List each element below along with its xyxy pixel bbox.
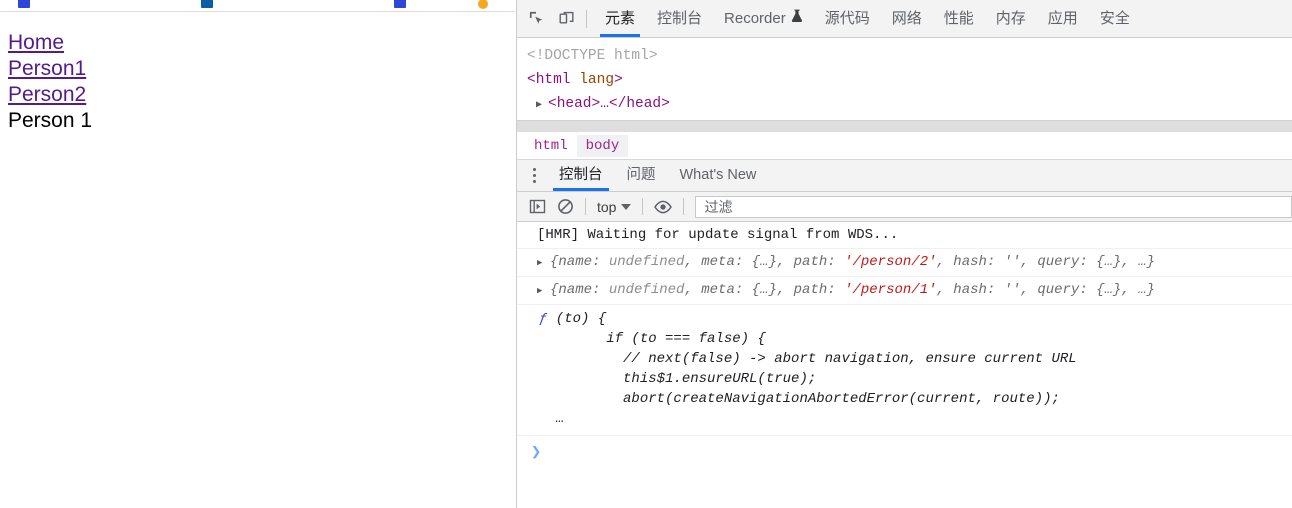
tab-performance[interactable]: 性能 — [933, 0, 985, 37]
console-message-text: [HMR] Waiting for update signal from WDS… — [537, 227, 899, 243]
console-toolbar-divider-3 — [683, 198, 685, 215]
page-viewport: Home Person1 Person2 Person 1 — [0, 11, 515, 508]
tab-performance-label: 性能 — [943, 10, 974, 27]
html-open-tag: <html — [527, 72, 571, 88]
tab-sources[interactable]: 源代码 — [814, 0, 881, 37]
elements-tree[interactable]: <!DOCTYPE html> <html lang> ▶ <head>…</he… — [517, 38, 1292, 120]
tab-memory[interactable]: 内存 — [985, 0, 1037, 37]
route-object-path-2: '/person/2' — [844, 254, 937, 270]
tab-application[interactable]: 应用 — [1037, 0, 1089, 37]
bookmark-favicon-4[interactable] — [478, 0, 488, 9]
devtools-tabbar: 元素 控制台 Recorder 源代码 网络 性能 内存 应用 安全 — [517, 0, 1292, 38]
link-home[interactable]: Home — [8, 30, 64, 56]
route-object-path-1: '/person/1' — [844, 282, 937, 298]
route-object-suffix-1: , hash: '', query: {…}, …} — [936, 282, 1155, 298]
drawer-tabbar: 控制台 问题 What's New — [517, 160, 1292, 192]
route-object-mid-1: , meta: {…}, path: — [684, 282, 845, 298]
console-toolbar: top 过滤 — [517, 192, 1292, 222]
console-message-function[interactable]: ƒ (to) { if (to === false) { // next(fal… — [517, 305, 1292, 436]
bookmark-favicon-1[interactable] — [18, 0, 30, 8]
route-object-mid-2: , meta: {…}, path: — [684, 254, 845, 270]
tab-recorder-label: Recorder — [724, 10, 786, 27]
function-line-5: … — [539, 411, 565, 427]
tab-elements[interactable]: 元素 — [594, 0, 646, 37]
bookmark-favicon-3[interactable] — [394, 0, 406, 8]
tab-console-label: 控制台 — [657, 10, 703, 27]
chevron-down-icon — [621, 203, 632, 210]
function-line-2: // next(false) -> abort navigation, ensu… — [539, 351, 1077, 367]
route-object-undefined-1: undefined — [608, 282, 685, 298]
clear-console-icon[interactable] — [551, 195, 579, 219]
html-close-bracket: > — [614, 72, 623, 88]
tab-recorder[interactable]: Recorder — [713, 0, 814, 37]
inspect-element-icon[interactable] — [521, 5, 551, 33]
expand-triangle-icon[interactable]: ▶ — [537, 253, 550, 273]
dom-row-head[interactable]: ▶ <head>…</head> — [527, 92, 1292, 118]
drawer-tab-console-label: 控制台 — [559, 167, 603, 183]
head-row-text: <head>…</head> — [548, 96, 670, 112]
more-options-icon[interactable] — [521, 163, 547, 189]
page-content-text: Person 1 — [8, 109, 93, 132]
function-line-4: abort(createNavigationAbortedError(curre… — [539, 391, 1060, 407]
dom-row-html[interactable]: <html lang> — [527, 68, 1292, 92]
execution-context-value: top — [597, 198, 617, 215]
drawer-tab-whats-new-label: What's New — [679, 167, 757, 183]
breadcrumb-item-body[interactable]: body — [576, 134, 629, 157]
drawer-tab-whats-new[interactable]: What's New — [668, 160, 769, 191]
console-prompt[interactable]: ❯ — [517, 436, 1292, 463]
route-object-prefix-2: {name: — [550, 254, 609, 270]
drawer-tab-issues[interactable]: 问题 — [615, 160, 668, 191]
function-line-3: this$1.ensureURL(true); — [539, 371, 817, 387]
tab-console[interactable]: 控制台 — [646, 0, 713, 37]
devtools-window: 元素 控制台 Recorder 源代码 网络 性能 内存 应用 安全 <!DOC… — [516, 0, 1292, 508]
html-lang-attr: lang — [579, 72, 615, 88]
doctype-text: <!DOCTYPE html> — [527, 48, 658, 64]
device-toolbar-icon[interactable] — [551, 5, 581, 33]
route-object-prefix-1: {name: — [550, 282, 609, 298]
flask-icon — [791, 0, 803, 37]
console-filter-input[interactable]: 过滤 — [695, 195, 1292, 218]
elements-horizontal-scrollbar[interactable] — [517, 120, 1292, 132]
function-signature: (to) { — [547, 311, 607, 327]
expand-triangle-icon[interactable]: ▶ — [536, 94, 548, 118]
console-message-route-2[interactable]: ▶ {name: undefined, meta: {…}, path: '/pe… — [517, 249, 1292, 277]
live-expression-icon[interactable] — [649, 195, 677, 219]
route-object-undefined-2: undefined — [608, 254, 685, 270]
tab-security-label: 安全 — [1099, 10, 1130, 27]
console-toolbar-divider-2 — [642, 198, 644, 215]
toolbar-divider — [586, 9, 587, 28]
function-line-1: if (to === false) { — [539, 331, 766, 347]
bookmark-favicon-2[interactable] — [201, 0, 213, 8]
tab-security[interactable]: 安全 — [1089, 0, 1141, 37]
execution-context-selector[interactable]: top — [592, 199, 636, 215]
tab-sources-label: 源代码 — [824, 10, 870, 27]
drawer-tab-issues-label: 问题 — [626, 167, 656, 183]
route-object-suffix-2: , hash: '', query: {…}, …} — [936, 254, 1155, 270]
tab-application-label: 应用 — [1047, 10, 1078, 27]
breadcrumb-item-html[interactable]: html — [525, 135, 577, 157]
breadcrumb: html body — [517, 132, 1292, 160]
dom-row-doctype: <!DOCTYPE html> — [527, 44, 1292, 68]
drawer-tab-console[interactable]: 控制台 — [547, 160, 615, 191]
page-content: Home Person1 Person2 Person 1 — [0, 12, 515, 134]
console-sidebar-icon[interactable] — [523, 195, 551, 219]
tab-network[interactable]: 网络 — [881, 0, 933, 37]
console-message-hmr: [HMR] Waiting for update signal from WDS… — [517, 222, 1292, 249]
link-person1[interactable]: Person1 — [8, 56, 86, 82]
expand-triangle-icon[interactable]: ▶ — [537, 281, 550, 301]
tab-network-label: 网络 — [891, 10, 922, 27]
link-person2[interactable]: Person2 — [8, 82, 86, 108]
console-toolbar-divider-1 — [585, 198, 586, 215]
console-message-route-1[interactable]: ▶ {name: undefined, meta: {…}, path: '/pe… — [517, 277, 1292, 305]
console-output: [HMR] Waiting for update signal from WDS… — [517, 222, 1292, 498]
tab-elements-label: 元素 — [605, 10, 636, 27]
tab-memory-label: 内存 — [995, 10, 1026, 27]
